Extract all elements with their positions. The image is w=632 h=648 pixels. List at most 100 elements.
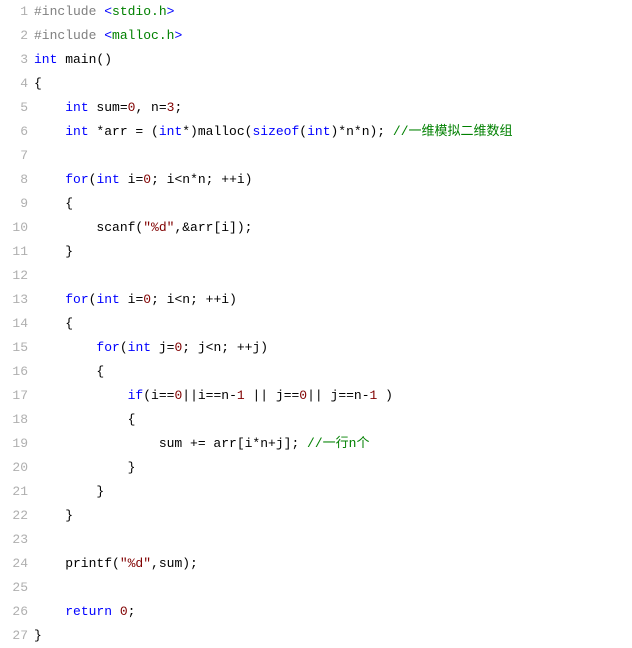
token-id: { xyxy=(34,316,73,331)
code-line: #include <malloc.h> xyxy=(34,24,632,48)
line-number: 1 xyxy=(0,0,28,24)
token-kw: int xyxy=(34,52,57,67)
token-id: } xyxy=(34,628,42,643)
line-number: 14 xyxy=(0,312,28,336)
line-number-gutter: 1234567891011121314151617181920212223242… xyxy=(0,0,34,648)
code-line: } xyxy=(34,480,632,504)
token-inc: > xyxy=(167,4,175,19)
token-hdr: malloc.h xyxy=(112,28,174,43)
token-id xyxy=(34,172,65,187)
token-id: i= xyxy=(120,292,143,307)
token-id xyxy=(34,124,65,139)
token-inc: > xyxy=(174,28,182,43)
token-id: )*n*n); xyxy=(331,124,393,139)
token-id: ; xyxy=(128,604,136,619)
token-kw: if xyxy=(128,388,144,403)
token-id: } xyxy=(34,460,135,475)
token-num: 0 xyxy=(299,388,307,403)
line-number: 23 xyxy=(0,528,28,552)
line-number: 15 xyxy=(0,336,28,360)
code-line: } xyxy=(34,504,632,528)
line-number: 19 xyxy=(0,432,28,456)
token-kw: sizeof xyxy=(252,124,299,139)
token-num: 0 xyxy=(143,172,151,187)
token-id: { xyxy=(34,412,135,427)
token-id xyxy=(34,604,65,619)
line-number: 5 xyxy=(0,96,28,120)
token-kw: for xyxy=(96,340,119,355)
code-line: return 0; xyxy=(34,600,632,624)
token-id xyxy=(34,340,96,355)
token-cmt: //一维模拟二维数组 xyxy=(393,124,513,139)
code-line: } xyxy=(34,624,632,648)
token-id: ||i==n- xyxy=(182,388,237,403)
code-line: { xyxy=(34,360,632,384)
token-id: ) xyxy=(377,388,393,403)
line-number: 26 xyxy=(0,600,28,624)
token-num: 0 xyxy=(143,292,151,307)
line-number: 20 xyxy=(0,456,28,480)
token-id: } xyxy=(34,484,104,499)
code-line: int sum=0, n=3; xyxy=(34,96,632,120)
code-line: { xyxy=(34,192,632,216)
token-id: } xyxy=(34,508,73,523)
code-line: } xyxy=(34,240,632,264)
token-id: } xyxy=(34,244,73,259)
line-number: 27 xyxy=(0,624,28,648)
token-id: ; i<n; ++i) xyxy=(151,292,237,307)
token-pp: #include xyxy=(34,4,104,19)
code-line xyxy=(34,576,632,600)
line-number: 3 xyxy=(0,48,28,72)
line-number: 13 xyxy=(0,288,28,312)
code-line: } xyxy=(34,456,632,480)
token-id: ; xyxy=(174,100,182,115)
line-number: 16 xyxy=(0,360,28,384)
token-inc: < xyxy=(104,4,112,19)
token-id xyxy=(34,100,65,115)
token-id: main() xyxy=(57,52,112,67)
token-id: i= xyxy=(120,172,143,187)
line-number: 4 xyxy=(0,72,28,96)
code-line: { xyxy=(34,312,632,336)
code-line: int *arr = (int*)malloc(sizeof(int)*n*n)… xyxy=(34,120,632,144)
token-id: scanf( xyxy=(34,220,143,235)
token-kw: int xyxy=(159,124,182,139)
code-area: #include <stdio.h>#include <malloc.h>int… xyxy=(34,0,632,648)
line-number: 22 xyxy=(0,504,28,528)
token-id xyxy=(34,292,65,307)
line-number: 11 xyxy=(0,240,28,264)
code-line: scanf("%d",&arr[i]); xyxy=(34,216,632,240)
line-number: 12 xyxy=(0,264,28,288)
token-kw: int xyxy=(65,100,88,115)
line-number: 18 xyxy=(0,408,28,432)
token-pp: #include xyxy=(34,28,104,43)
code-line: printf("%d",sum); xyxy=(34,552,632,576)
code-editor: 1234567891011121314151617181920212223242… xyxy=(0,0,632,648)
token-id xyxy=(34,388,128,403)
token-id: sum += arr[i*n+j]; xyxy=(34,436,307,451)
token-id xyxy=(112,604,120,619)
token-kw: int xyxy=(307,124,330,139)
token-num: 0 xyxy=(120,604,128,619)
code-line: { xyxy=(34,72,632,96)
token-id: *arr = ( xyxy=(89,124,159,139)
line-number: 9 xyxy=(0,192,28,216)
token-id: { xyxy=(34,196,73,211)
token-id: || j== xyxy=(245,388,300,403)
token-str: "%d" xyxy=(143,220,174,235)
token-cmt: //一行n个 xyxy=(307,436,369,451)
line-number: 7 xyxy=(0,144,28,168)
code-line: int main() xyxy=(34,48,632,72)
token-id: ; i<n*n; ++i) xyxy=(151,172,252,187)
token-kw: int xyxy=(96,292,119,307)
token-id: || j==n- xyxy=(307,388,369,403)
token-kw: for xyxy=(65,292,88,307)
token-kw: int xyxy=(96,172,119,187)
token-id: ( xyxy=(299,124,307,139)
code-line: sum += arr[i*n+j]; //一行n个 xyxy=(34,432,632,456)
token-id: sum= xyxy=(89,100,128,115)
token-num: 1 xyxy=(237,388,245,403)
line-number: 21 xyxy=(0,480,28,504)
code-line: for(int i=0; i<n; ++i) xyxy=(34,288,632,312)
token-kw: int xyxy=(65,124,88,139)
